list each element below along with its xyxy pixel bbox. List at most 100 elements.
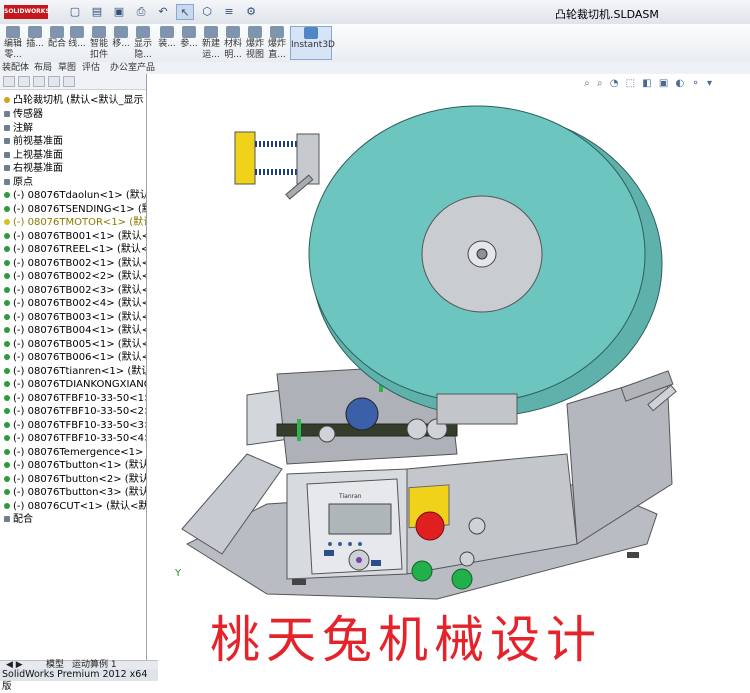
graphics-area[interactable]: ⌕ ⌕ ◔ ⬚ ◧ ▣ ◐ ⚬ ▾ Tianran Y bbox=[147, 74, 750, 660]
new-document-icon[interactable]: ▢ bbox=[66, 4, 84, 20]
undo-icon[interactable]: ↶ bbox=[154, 4, 172, 20]
file-properties-icon[interactable]: ≡ bbox=[220, 4, 238, 20]
tree-item[interactable]: 原点 bbox=[0, 176, 33, 190]
tree-item[interactable]: (-) 08076TB004<1> (默认<< bbox=[0, 324, 146, 338]
tree-item[interactable]: (-) 08076TDIANKONGXIANG bbox=[0, 378, 146, 392]
ribbon-button-linear-pattern[interactable]: 线... bbox=[66, 26, 88, 60]
esc-key bbox=[324, 550, 334, 556]
display-manager-tab-icon[interactable] bbox=[63, 76, 75, 87]
tree-item[interactable]: (-) 08076TREEL<1> (默认<默 bbox=[0, 243, 147, 257]
solidworks-logo[interactable]: SOLIDWORKS bbox=[4, 5, 50, 19]
tree-root-assembly[interactable]: 凸轮裁切机 (默认<默认_显示 bbox=[0, 94, 143, 108]
ribbon-button-exploded-view[interactable]: 爆炸 视图 bbox=[244, 26, 266, 60]
status-bar: SolidWorks Premium 2012 x64 版 bbox=[0, 669, 158, 692]
smart-fasteners-icon bbox=[92, 26, 106, 38]
tree-item[interactable]: 配合 bbox=[0, 513, 33, 527]
green-guide bbox=[297, 419, 301, 441]
machine-model: Tianran bbox=[181, 105, 677, 600]
tree-item[interactable]: (-) 08076TMOTOR<1> (默认 bbox=[0, 216, 146, 230]
tree-item-label: (-) 08076TB002<4> (默认<< bbox=[13, 298, 147, 309]
command-manager-ribbon: 编辑 零... 插... 配合 线... 智能 扣件 移... 显示 隐... 装... 参..… bbox=[0, 24, 750, 63]
open-document-icon[interactable]: ▤ bbox=[88, 4, 106, 20]
tree-item[interactable]: (-) 08076Tbutton<3> (默认< bbox=[0, 486, 146, 500]
tree-item[interactable]: (-) 08076CUT<1> (默认<默认 bbox=[0, 500, 146, 514]
ribbon-button-edit-component[interactable]: 编辑 零... bbox=[2, 26, 24, 60]
property-manager-tab-icon[interactable] bbox=[18, 76, 30, 87]
print-icon[interactable]: ⎙ bbox=[132, 4, 150, 20]
tree-item[interactable]: 传感器 bbox=[0, 108, 43, 122]
tab-layout[interactable]: 布局 bbox=[34, 62, 52, 74]
tree-item[interactable]: (-) 08076TFBF10-33-50<3> bbox=[0, 419, 147, 433]
configuration-manager-tab-icon[interactable] bbox=[33, 76, 45, 87]
tree-item[interactable]: 右视基准面 bbox=[0, 162, 63, 176]
part-icon bbox=[4, 259, 10, 266]
tree-item-label: 上视基准面 bbox=[13, 149, 63, 161]
part-icon bbox=[4, 340, 10, 347]
tree-item-label: (-) 08076TREEL<1> (默认<默 bbox=[13, 244, 147, 255]
select-icon[interactable]: ↖ bbox=[176, 4, 194, 20]
rebuild-icon[interactable]: ⬡ bbox=[198, 4, 216, 20]
ribbon-button-show-hidden[interactable]: 显示 隐... bbox=[132, 26, 154, 60]
tree-item[interactable]: (-) 08076TB003<1> (默认<< bbox=[0, 311, 146, 325]
ribbon-button-assembly-features[interactable]: 装... bbox=[156, 26, 178, 60]
tab-assembly[interactable]: 装配体 bbox=[2, 62, 29, 74]
ribbon-button-label: 智能 扣件 bbox=[89, 39, 108, 60]
feature-icon bbox=[4, 516, 10, 522]
ribbon-button-label: 显示 隐... bbox=[133, 39, 152, 60]
tree-item[interactable]: (-) 08076TB006<1> (默认<< bbox=[0, 351, 147, 365]
tree-item[interactable]: (-) 08076TB002<1> (默认<< bbox=[0, 257, 147, 271]
dimxpert-tab-icon[interactable] bbox=[48, 76, 60, 87]
tree-item[interactable]: (-) 08076TFBF10-33-50<1> bbox=[0, 392, 147, 406]
ribbon-button-explode-line-sketch[interactable]: 爆炸 直... bbox=[266, 26, 288, 60]
tree-item-label: (-) 08076TFBF10-33-50<1> bbox=[13, 392, 147, 404]
tree-item[interactable]: (-) 08076Tbutton<1> (默认< bbox=[0, 459, 146, 473]
ribbon-button-smart-fasteners[interactable]: 智能 扣件 bbox=[88, 26, 110, 60]
tree-item[interactable]: (-) 08076TFBF10-33-50<4> bbox=[0, 432, 146, 446]
tree-item[interactable]: (-) 08076Tdaolun<1> (默认< bbox=[0, 189, 146, 203]
part-icon bbox=[4, 435, 10, 441]
tree-item[interactable]: (-) 08076Ttianren<1> (默认< bbox=[0, 365, 146, 379]
options-icon[interactable]: ⚙ bbox=[242, 4, 260, 20]
tree-item[interactable]: (-) 08076TFBF10-33-50<2> bbox=[0, 405, 147, 419]
tree-item[interactable]: (-) 08076TSENDING<1> (默认 bbox=[0, 203, 146, 217]
ribbon-button-label: 移... bbox=[112, 39, 130, 49]
tab-evaluate[interactable]: 评估 bbox=[82, 62, 100, 74]
ribbon-button-new-motion-study[interactable]: 新建 运... bbox=[200, 26, 222, 60]
tree-item[interactable]: (-) 08076TB001<1> (默认<< bbox=[0, 230, 146, 244]
ribbon-button-label: 材料 明... bbox=[223, 39, 242, 60]
save-icon[interactable]: ▣ bbox=[110, 4, 128, 20]
watermark-text: 桃天兔机械设计 bbox=[158, 600, 654, 681]
tree-item-label: (-) 08076TFBF10-33-50<2> bbox=[13, 406, 147, 417]
tree-item[interactable]: 前视基准面 bbox=[0, 135, 63, 149]
ribbon-button-reference-geometry[interactable]: 参... bbox=[178, 26, 200, 60]
ribbon-button-instant3d[interactable]: Instant3D bbox=[290, 26, 335, 60]
tab-office-products[interactable]: 办公室产品 bbox=[110, 62, 155, 74]
edit-component-icon bbox=[6, 26, 20, 38]
assembly-features-icon bbox=[160, 26, 174, 38]
tree-item[interactable]: (-) 08076TB002<3> (默认<< bbox=[0, 284, 146, 298]
ribbon-button-mate[interactable]: 配合 bbox=[46, 26, 68, 60]
tree-item[interactable]: (-) 08076Tbutton<2> (默认< bbox=[0, 473, 146, 487]
bill-of-materials-icon bbox=[226, 26, 240, 38]
ribbon-button-bill-of-materials[interactable]: 材料 明... bbox=[222, 26, 244, 60]
tree-item-label: (-) 08076TB006<1> (默认<< bbox=[13, 352, 147, 363]
coordinate-triad: Y bbox=[175, 568, 182, 579]
ribbon-button-insert-component[interactable]: 插... bbox=[24, 26, 46, 60]
part-icon bbox=[4, 327, 10, 333]
machine-foot bbox=[627, 552, 639, 558]
key-button bbox=[348, 542, 352, 546]
part-icon bbox=[4, 219, 10, 225]
tab-sketch[interactable]: 草图 bbox=[58, 62, 76, 74]
ribbon-button-move-component[interactable]: 移... bbox=[110, 26, 132, 60]
tree-item-label: (-) 08076TB002<1> (默认<< bbox=[13, 257, 147, 269]
tree-item[interactable]: (-) 08076TB002<4> (默认<< bbox=[0, 297, 147, 311]
tree-item[interactable]: (-) 08076TB005<1> (默认<< bbox=[0, 338, 146, 352]
tree-item[interactable]: (-) 08076Temergence<1> (默 bbox=[0, 446, 146, 460]
tree-item[interactable]: 上视基准面 bbox=[0, 149, 63, 163]
tree-item[interactable]: (-) 08076TB002<2> (默认<< bbox=[0, 270, 146, 284]
tree-item-label: (-) 08076TFBF10-33-50<3> bbox=[13, 419, 147, 431]
tree-item[interactable]: 注解 bbox=[0, 122, 33, 136]
ribbon-button-label: 新建 运... bbox=[201, 39, 220, 60]
quick-access-toolbar: ▢ ▤ ▣ ⎙ ↶ ↖ ⬡ ≡ ⚙ bbox=[66, 4, 260, 20]
feature-tree-tab-icon[interactable] bbox=[3, 76, 15, 87]
